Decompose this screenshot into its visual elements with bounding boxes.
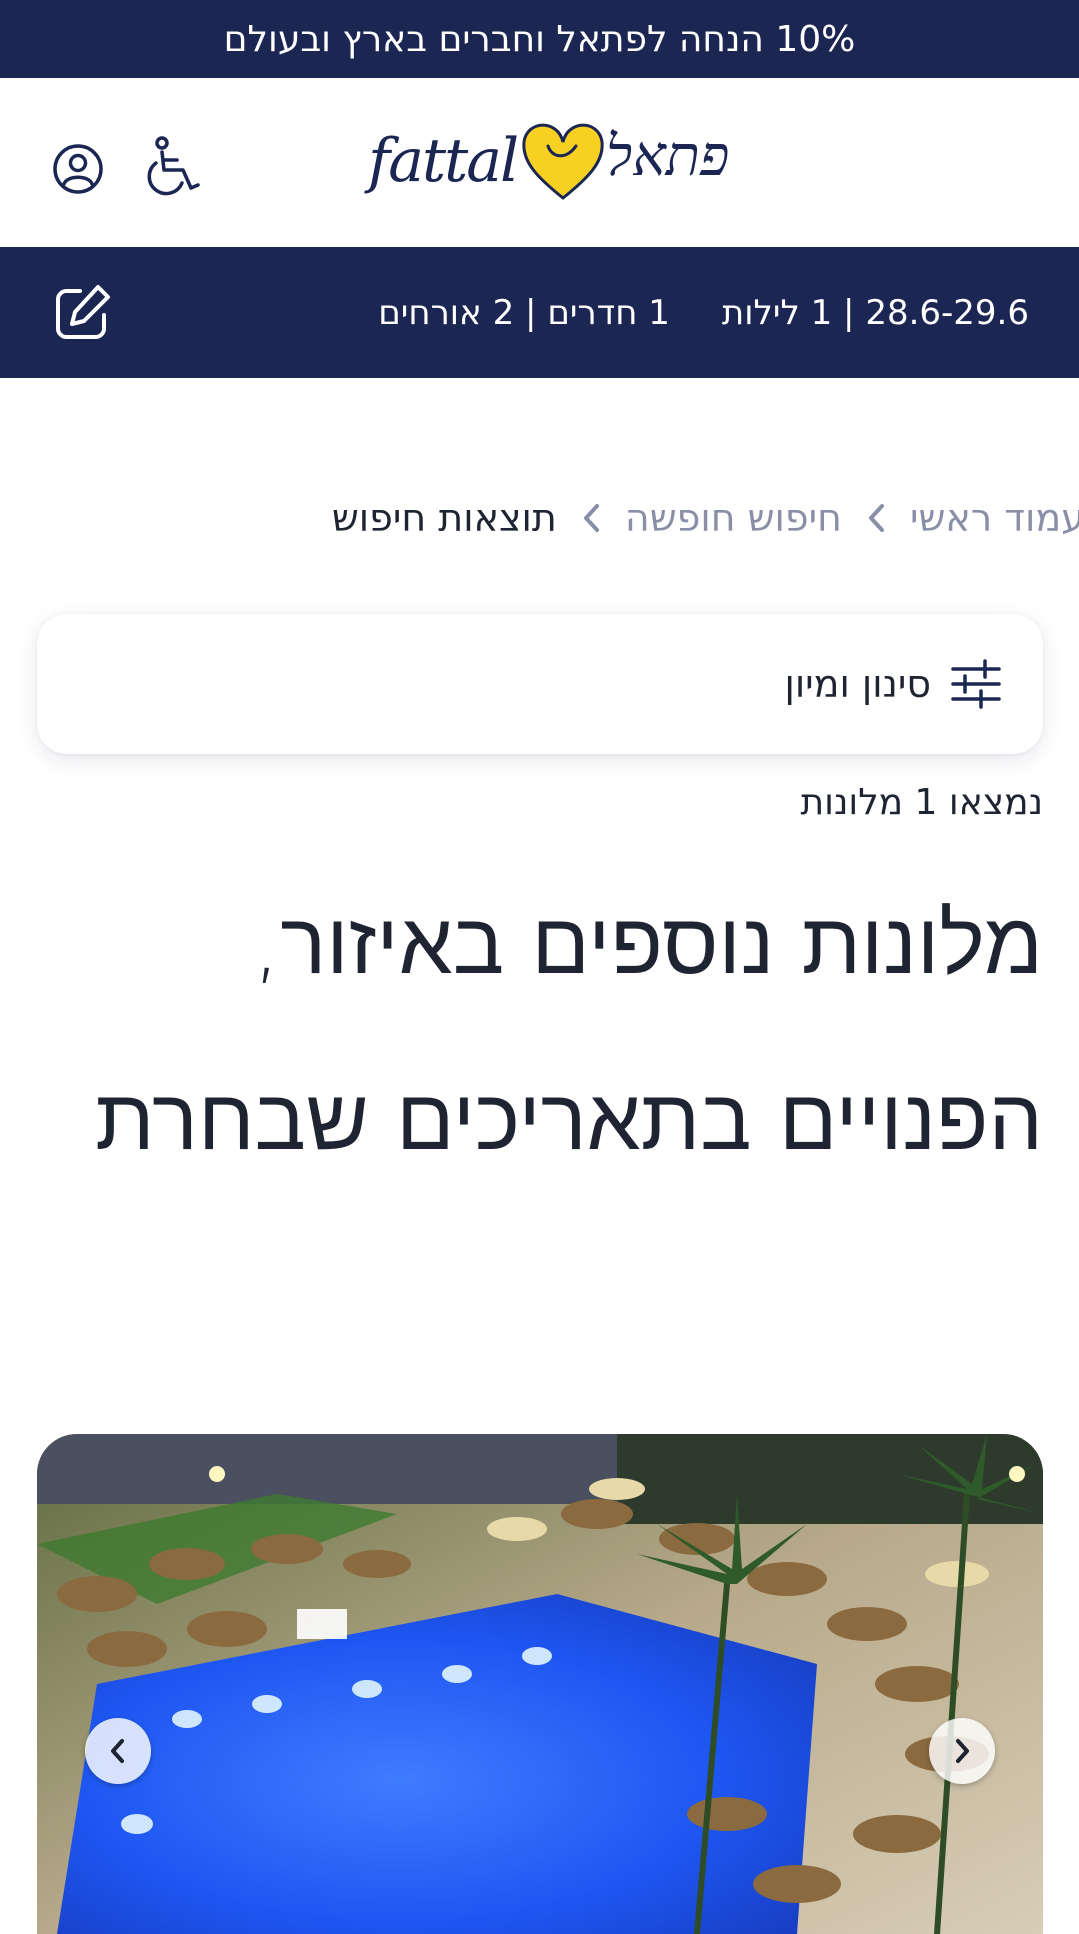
breadcrumb-vacation-search[interactable]: חיפוש חופשה (625, 496, 842, 540)
promo-text: 10% הנחה לפתאל וחברים בארץ ובעולם (223, 18, 856, 60)
search-dates: 28.6-29.6 (865, 292, 1029, 333)
carousel-prev-button[interactable] (85, 1718, 151, 1784)
breadcrumb: עמוד ראשי חיפוש חופשה תוצאות חיפוש (332, 490, 1079, 546)
results-count: נמצאו 1 מלונות (800, 782, 1044, 823)
carousel-next-button[interactable] (929, 1718, 995, 1784)
chevron-left-icon (571, 503, 611, 533)
chevron-left-icon (111, 1739, 124, 1763)
section-title: מלונות נוספים באיזור, הפנויים בתאריכים ש… (95, 894, 1043, 1170)
accessibility-button[interactable] (144, 135, 206, 199)
promo-banner[interactable]: 10% הנחה לפתאל וחברים בארץ ובעולם (0, 0, 1079, 78)
heart-icon (522, 123, 604, 200)
breadcrumb-home[interactable]: עמוד ראשי (910, 496, 1079, 540)
hotel-pool-photo (37, 1434, 1043, 1934)
user-account-button[interactable] (50, 141, 106, 197)
search-rooms: 1 חדרים (547, 292, 670, 333)
search-summary-bar[interactable]: 28.6-29.6 | 1 לילות 1 חדרים | 2 אורחים (0, 247, 1079, 378)
chevron-right-icon (956, 1739, 969, 1763)
breadcrumb-current: תוצאות חיפוש (331, 496, 557, 540)
site-header: fattal פתאל (0, 78, 1079, 247)
fattal-logo[interactable]: fattal פתאל (368, 116, 729, 216)
search-nights: 1 לילות (721, 292, 833, 333)
wheelchair-icon (147, 136, 200, 196)
chevron-left-icon (856, 503, 896, 533)
filter-sort-button[interactable]: סינון ומיון (37, 614, 1043, 754)
sliders-icon (951, 659, 1001, 709)
search-guests: 2 אורחים (378, 292, 515, 333)
separator: | (843, 292, 855, 333)
filter-label: סינון ומיון (784, 662, 931, 706)
logo-latin-text: fattal (368, 126, 519, 196)
logo-hebrew-text: פתאל (606, 124, 730, 189)
search-summary: 28.6-29.6 | 1 לילות 1 חדרים | 2 אורחים (378, 247, 1029, 378)
hotel-card[interactable] (37, 1434, 1043, 1934)
edit-icon[interactable] (52, 283, 112, 343)
user-circle-icon (53, 144, 103, 194)
separator: | (525, 292, 537, 333)
